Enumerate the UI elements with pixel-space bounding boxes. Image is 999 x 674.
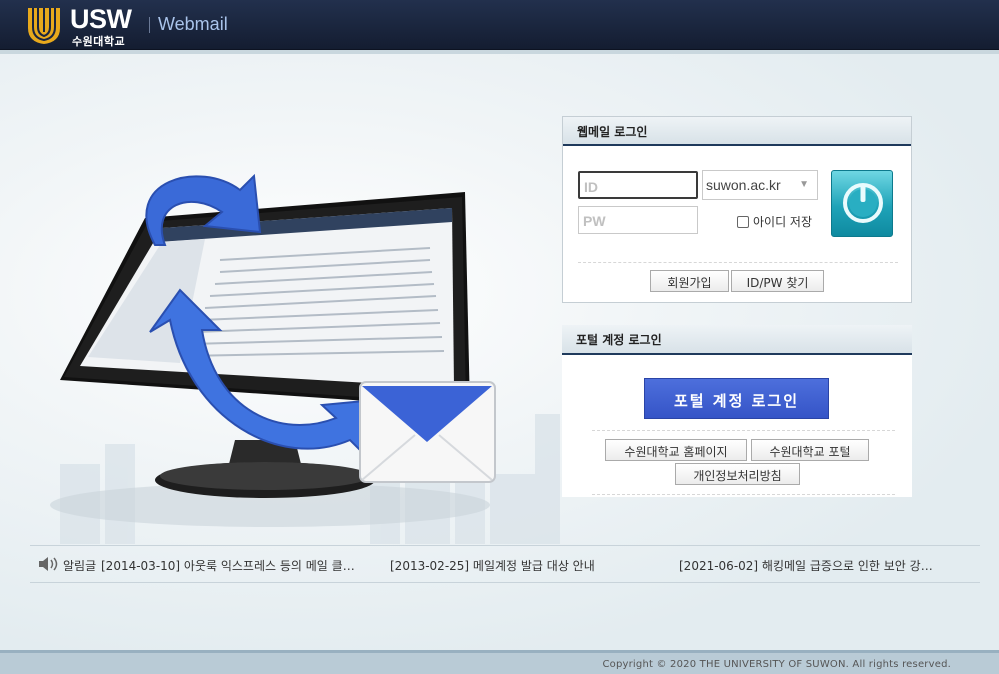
join-button[interactable]: 회원가입: [650, 270, 729, 292]
notice-item[interactable]: [2021-06-02] 해킹메일 급증으로 인한 보안 강…: [679, 557, 933, 574]
portal-login-button[interactable]: 포털 계정 로그인: [644, 378, 829, 419]
save-id-label: 아이디 저장: [753, 215, 813, 229]
homepage-button[interactable]: 수원대학교 홈페이지: [605, 439, 747, 461]
domain-select[interactable]: suwon.ac.kr ▼: [702, 170, 818, 200]
id-input[interactable]: ID: [578, 171, 698, 199]
portal-login-title: 포털 계정 로그인: [562, 325, 912, 355]
webmail-login-title: 웹메일 로그인: [563, 117, 911, 146]
footer: Copyright © 2020 THE UNIVERSITY OF SUWON…: [0, 650, 999, 674]
header-title: Webmail: [158, 14, 228, 34]
chevron-down-icon: ▼: [799, 179, 809, 190]
divider: [592, 494, 895, 495]
portal-button[interactable]: 수원대학교 포털: [751, 439, 869, 461]
divider: [592, 430, 895, 431]
login-button[interactable]: [831, 170, 893, 237]
domain-select-value: suwon.ac.kr: [706, 177, 781, 193]
power-icon: [843, 183, 883, 223]
find-id-pw-button[interactable]: ID/PW 찾기: [731, 270, 824, 292]
envelope-icon: [359, 381, 496, 483]
header-divider: [149, 17, 150, 33]
notice-item[interactable]: [2014-03-10] 아웃룩 익스프레스 등의 메일 클…: [101, 557, 355, 574]
webmail-illustration: [50, 173, 496, 527]
notice-item[interactable]: [2013-02-25] 메일계정 발급 대상 안내: [390, 557, 595, 574]
webmail-login-panel: 웹메일 로그인 ID PW suwon.ac.kr ▼ 아이디 저장 회원가입 …: [562, 116, 912, 303]
logo-text: USW: [70, 4, 132, 34]
checkbox-box[interactable]: [737, 215, 749, 228]
copyright-text: Copyright © 2020 THE UNIVERSITY OF SUWON…: [602, 659, 951, 670]
speaker-icon: [39, 557, 58, 571]
header: USW 수원대학교 Webmail: [0, 0, 999, 50]
logo-subtext: 수원대학교: [72, 35, 126, 48]
notice-prefix: 알림글: [63, 559, 97, 573]
usw-logo-icon[interactable]: [24, 6, 64, 46]
privacy-policy-button[interactable]: 개인정보처리방침: [675, 463, 800, 485]
password-input[interactable]: PW: [578, 206, 698, 234]
save-id-checkbox[interactable]: 아이디 저장: [737, 213, 812, 230]
portal-login-panel: 포털 계정 로그인 포털 계정 로그인 수원대학교 홈페이지 수원대학교 포털 …: [562, 325, 912, 497]
divider: [578, 262, 898, 263]
notice-bar: 알림글 [2014-03-10] 아웃룩 익스프레스 등의 메일 클… [201…: [30, 545, 980, 583]
